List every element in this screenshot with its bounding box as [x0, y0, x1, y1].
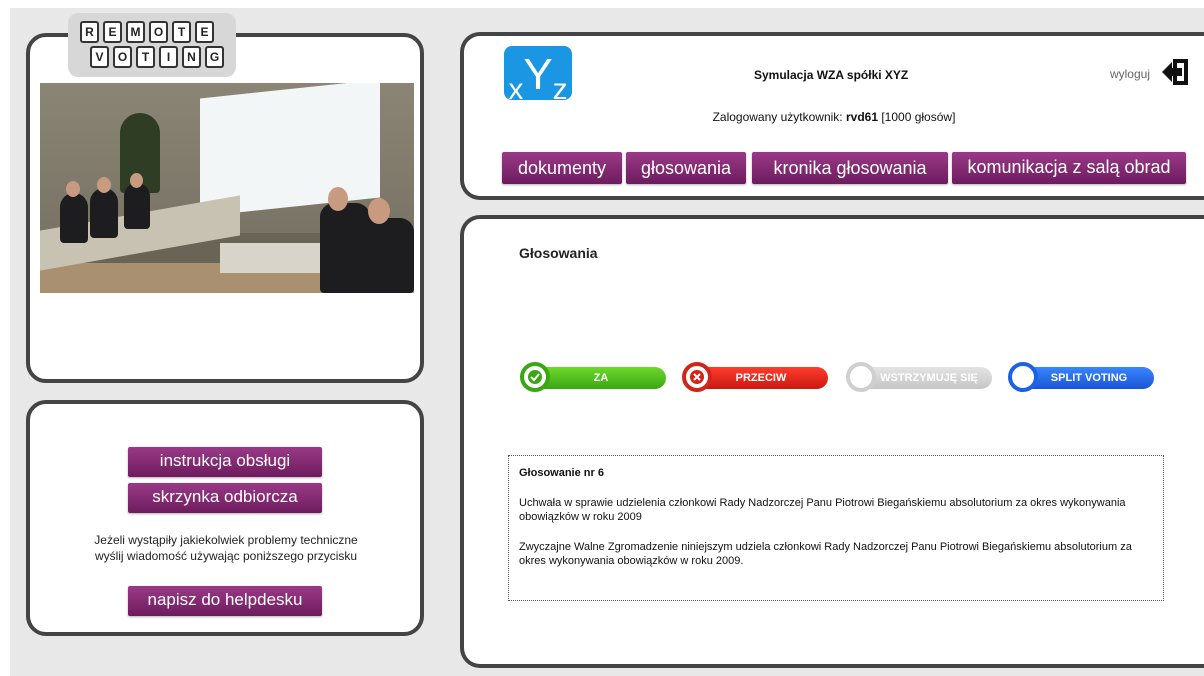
video-person — [124, 183, 150, 229]
vote-split-label: SPLIT VOTING — [1050, 372, 1128, 384]
logo-row-voting: V O T I N G — [90, 46, 224, 68]
video-person-head — [66, 181, 80, 197]
vote-abstain-label: WSTRZYMUJĘ SIĘ — [880, 372, 978, 384]
logo-letter: R — [80, 21, 99, 43]
manual-button[interactable]: instrukcja obsługi — [128, 447, 322, 477]
xyz-logo-letter: z — [552, 73, 568, 106]
logo-letter: O — [113, 46, 132, 68]
header-panel: xYz Symulacja WZA spółki XYZ wyloguj Zal… — [460, 32, 1204, 200]
logo-letter: I — [159, 46, 178, 68]
help-text: Jeżeli wystąpiły jakiekolwiek problemy t… — [38, 532, 414, 564]
logo-letter: V — [90, 46, 109, 68]
page-title: Głosowania — [519, 245, 598, 261]
helpdesk-button[interactable]: napisz do helpdesku — [128, 586, 322, 616]
vote-for-label: ZA — [593, 372, 609, 384]
logout-icon[interactable] — [1160, 56, 1190, 88]
resolution-text: Zwyczajne Walne Zgromadzenie niniejszym … — [519, 541, 1132, 567]
video-person-head — [130, 173, 143, 188]
logout-link[interactable]: wyloguj — [1110, 67, 1150, 81]
nav-votes[interactable]: głosowania — [626, 152, 746, 184]
logo-letter: E — [195, 21, 214, 43]
logo-letter: E — [103, 21, 122, 43]
video-projection-screen — [200, 83, 380, 217]
video-person — [60, 193, 88, 243]
split-icon[interactable] — [1008, 362, 1038, 392]
video-panel — [26, 33, 424, 383]
logged-user-info: Zalogowany użytkownik: rvd61 [1000 głosó… — [464, 110, 1204, 124]
video-person-head — [328, 187, 348, 211]
video-person-head — [97, 177, 111, 193]
nav-documents[interactable]: dokumenty — [502, 152, 622, 184]
nav-communication[interactable]: komunikacja z salą obrad — [952, 152, 1186, 184]
abstain-icon[interactable] — [846, 362, 876, 392]
logo-letter: O — [149, 21, 168, 43]
vote-number: Głosowanie nr 6 — [519, 467, 604, 479]
vote-details-box: Głosowanie nr 6 Uchwała w sprawie udziel… — [508, 455, 1164, 601]
nav-chronicle[interactable]: kronika głosowania — [752, 152, 948, 184]
xyz-logo-letter: x — [508, 73, 524, 106]
votes-panel: Głosowania ZA PRZECIW WSTRZYMUJĘ SIĘ SPL… — [460, 215, 1204, 668]
video-person — [360, 218, 414, 293]
help-panel: instrukcja obsługi skrzynka odbiorcza Je… — [26, 400, 424, 636]
xyz-logo-letter: Y — [523, 50, 553, 99]
user-prefix: Zalogowany użytkownik: — [712, 110, 846, 124]
help-text-line: Jeżeli wystąpiły jakiekolwiek problemy t… — [94, 533, 358, 547]
xyz-logo: xYz — [504, 46, 572, 106]
video-person-head — [368, 198, 390, 224]
remote-voting-logo: R E M O T E V O T I N G — [68, 13, 236, 77]
logo-letter: T — [172, 21, 191, 43]
cross-icon[interactable] — [682, 362, 712, 392]
check-icon[interactable] — [520, 362, 550, 392]
logo-letter: M — [126, 21, 145, 43]
video-person — [90, 188, 118, 238]
video-stream[interactable] — [40, 83, 414, 293]
logo-letter: N — [182, 46, 201, 68]
vote-against-label: PRZECIW — [735, 372, 787, 384]
user-votes: [1000 głosów] — [878, 110, 956, 124]
meeting-title: Symulacja WZA spółki XYZ — [754, 68, 909, 82]
logo-letter: G — [205, 46, 224, 68]
resolution-title: Uchwała w sprawie udzielenia członkowi R… — [519, 497, 1126, 523]
inbox-button[interactable]: skrzynka odbiorcza — [128, 483, 322, 513]
help-text-line: wyślij wiadomość używając poniższego prz… — [94, 549, 358, 563]
user-name: rvd61 — [845, 110, 879, 124]
logo-row-remote: R E M O T E — [80, 21, 214, 43]
logo-letter: T — [136, 46, 155, 68]
